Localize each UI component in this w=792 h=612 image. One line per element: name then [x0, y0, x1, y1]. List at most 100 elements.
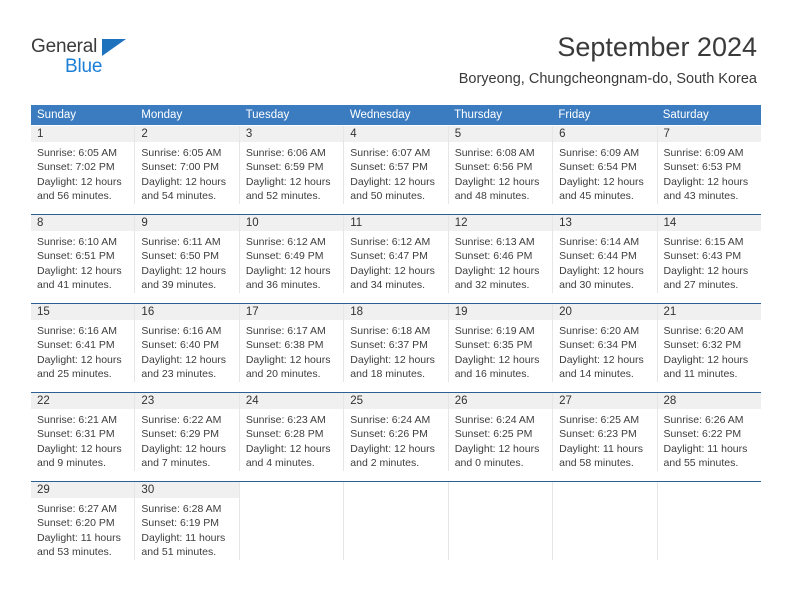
- weekday-header-sunday: Sunday: [37, 109, 77, 121]
- day-number-band: 9: [135, 215, 239, 232]
- day-cell[interactable]: 19 Sunrise: 6:19 AM Sunset: 6:35 PM Dayl…: [448, 304, 554, 382]
- day-cell[interactable]: 23 Sunrise: 6:22 AM Sunset: 6:29 PM Dayl…: [135, 393, 240, 471]
- sunrise-text: Sunrise: 6:22 AM: [141, 414, 222, 426]
- day-number: 8: [37, 217, 44, 229]
- day-details: Sunrise: 6:25 AM Sunset: 6:23 PM Dayligh…: [553, 410, 656, 471]
- title-block: September 2024 Boryeong, Chungcheongnam-…: [459, 30, 757, 90]
- day-cell[interactable]: 30 Sunrise: 6:28 AM Sunset: 6:19 PM Dayl…: [135, 482, 240, 560]
- day-cell[interactable]: 21 Sunrise: 6:20 AM Sunset: 6:32 PM Dayl…: [657, 304, 761, 382]
- sunrise-text: Sunrise: 6:25 AM: [559, 414, 640, 426]
- day-cell[interactable]: 6 Sunrise: 6:09 AM Sunset: 6:54 PM Dayli…: [553, 126, 658, 204]
- daylight-text-line2: and 7 minutes.: [141, 457, 211, 470]
- day-cell[interactable]: 13 Sunrise: 6:14 AM Sunset: 6:44 PM Dayl…: [553, 215, 658, 293]
- sunrise-text: Sunrise: 6:23 AM: [245, 414, 326, 426]
- daylight-text-line1: Daylight: 12 hours: [245, 442, 331, 455]
- day-cell[interactable]: 9 Sunrise: 6:11 AM Sunset: 6:50 PM Dayli…: [135, 215, 240, 293]
- sunset-text: Sunset: 6:56 PM: [454, 161, 533, 174]
- day-number-band: 19: [448, 304, 553, 321]
- day-number: 26: [454, 395, 468, 407]
- day-cell[interactable]: 25 Sunrise: 6:24 AM Sunset: 6:26 PM Dayl…: [344, 393, 449, 471]
- sunset-text: Sunset: 6:51 PM: [37, 250, 115, 263]
- day-cell[interactable]: 8 Sunrise: 6:10 AM Sunset: 6:51 PM Dayli…: [31, 215, 136, 293]
- day-number: 9: [141, 217, 148, 229]
- calendar-grid: Sunday Monday Tuesday Wednesday Thursday…: [31, 105, 761, 560]
- week-row: 22 Sunrise: 6:21 AM Sunset: 6:31 PM Dayl…: [31, 392, 761, 471]
- sunset-text: Sunset: 6:20 PM: [37, 517, 115, 530]
- sunset-text: Sunset: 6:54 PM: [559, 161, 637, 174]
- daylight-text-line2: and 58 minutes.: [559, 457, 634, 470]
- daylight-text-line1: Daylight: 12 hours: [37, 175, 122, 188]
- sunset-text: Sunset: 6:57 PM: [350, 161, 428, 174]
- day-cell[interactable]: 15 Sunrise: 6:16 AM Sunset: 6:41 PM Dayl…: [31, 304, 136, 382]
- daylight-text-line1: Daylight: 12 hours: [245, 175, 331, 188]
- daylight-text-line2: and 9 minutes.: [37, 457, 106, 470]
- day-cell[interactable]: 14 Sunrise: 6:15 AM Sunset: 6:43 PM Dayl…: [657, 215, 761, 293]
- day-details: Sunrise: 6:22 AM Sunset: 6:29 PM Dayligh…: [135, 410, 238, 471]
- general-blue-logo[interactable]: General Blue: [31, 36, 161, 82]
- daylight-text-line2: and 50 minutes.: [350, 190, 425, 203]
- day-number-band: 28: [657, 393, 761, 410]
- daylight-text-line1: Daylight: 11 hours: [559, 442, 643, 455]
- day-number-band: 16: [135, 304, 239, 321]
- day-cell[interactable]: 11 Sunrise: 6:12 AM Sunset: 6:47 PM Dayl…: [344, 215, 449, 293]
- day-number: 24: [245, 395, 259, 407]
- day-cell[interactable]: 29 Sunrise: 6:27 AM Sunset: 6:20 PM Dayl…: [31, 482, 136, 560]
- day-number-band: 8: [31, 215, 135, 232]
- logo-triangle-icon: [102, 39, 126, 56]
- sunset-text: Sunset: 6:49 PM: [245, 250, 324, 263]
- day-number: 10: [245, 217, 259, 229]
- day-details: Sunrise: 6:24 AM Sunset: 6:26 PM Dayligh…: [344, 410, 447, 471]
- day-number-band: 1: [31, 126, 135, 143]
- sunset-text: Sunset: 6:46 PM: [454, 250, 533, 263]
- daylight-text-line2: and 25 minutes.: [37, 368, 112, 381]
- day-cell[interactable]: 28 Sunrise: 6:26 AM Sunset: 6:22 PM Dayl…: [657, 393, 761, 471]
- sunset-text: Sunset: 6:44 PM: [559, 250, 637, 263]
- sunrise-text: Sunrise: 6:26 AM: [663, 414, 744, 426]
- daylight-text-line1: Daylight: 12 hours: [454, 175, 540, 188]
- day-cell-empty: [553, 482, 658, 560]
- day-cell[interactable]: 17 Sunrise: 6:17 AM Sunset: 6:38 PM Dayl…: [239, 304, 345, 382]
- day-cell[interactable]: 18 Sunrise: 6:18 AM Sunset: 6:37 PM Dayl…: [344, 304, 449, 382]
- day-cell[interactable]: 22 Sunrise: 6:21 AM Sunset: 6:31 PM Dayl…: [31, 393, 136, 471]
- day-cell[interactable]: 12 Sunrise: 6:13 AM Sunset: 6:46 PM Dayl…: [448, 215, 554, 293]
- sunset-text: Sunset: 6:35 PM: [454, 339, 533, 352]
- day-number: 27: [559, 395, 572, 407]
- day-number-band: 27: [553, 393, 657, 410]
- day-cell[interactable]: 27 Sunrise: 6:25 AM Sunset: 6:23 PM Dayl…: [553, 393, 658, 471]
- day-cell[interactable]: 10 Sunrise: 6:12 AM Sunset: 6:49 PM Dayl…: [239, 215, 345, 293]
- day-details: Sunrise: 6:18 AM Sunset: 6:37 PM Dayligh…: [344, 321, 447, 382]
- day-cell[interactable]: 16 Sunrise: 6:16 AM Sunset: 6:40 PM Dayl…: [135, 304, 240, 382]
- sunrise-text: Sunrise: 6:09 AM: [559, 147, 640, 159]
- day-number: 21: [663, 306, 677, 318]
- day-cell[interactable]: 24 Sunrise: 6:23 AM Sunset: 6:28 PM Dayl…: [239, 393, 345, 471]
- day-details: Sunrise: 6:20 AM Sunset: 6:32 PM Dayligh…: [658, 321, 761, 382]
- sunset-text: Sunset: 6:23 PM: [559, 428, 637, 441]
- day-cell[interactable]: 20 Sunrise: 6:20 AM Sunset: 6:34 PM Dayl…: [553, 304, 658, 382]
- logo-text-blue: Blue: [65, 56, 103, 77]
- daylight-text-line2: and 52 minutes.: [245, 190, 321, 203]
- day-cell[interactable]: 26 Sunrise: 6:24 AM Sunset: 6:25 PM Dayl…: [448, 393, 554, 471]
- sunset-text: Sunset: 6:41 PM: [37, 339, 115, 352]
- day-details: Sunrise: 6:27 AM Sunset: 6:20 PM Dayligh…: [31, 499, 134, 560]
- day-cell[interactable]: 3 Sunrise: 6:06 AM Sunset: 6:59 PM Dayli…: [239, 126, 345, 204]
- page-header: General Blue September 2024 Boryeong, Ch…: [0, 0, 792, 98]
- daylight-text-line1: Daylight: 12 hours: [245, 264, 331, 277]
- calendar-page: General Blue September 2024 Boryeong, Ch…: [0, 0, 792, 612]
- daylight-text-line2: and 18 minutes.: [350, 368, 425, 381]
- day-cell[interactable]: 1 Sunrise: 6:05 AM Sunset: 7:02 PM Dayli…: [31, 126, 136, 204]
- day-number: 30: [141, 484, 155, 496]
- daylight-text-line1: Daylight: 12 hours: [350, 175, 435, 188]
- day-details: Sunrise: 6:06 AM Sunset: 6:59 PM Dayligh…: [240, 143, 343, 204]
- day-cell[interactable]: 2 Sunrise: 6:05 AM Sunset: 7:00 PM Dayli…: [135, 126, 240, 204]
- day-cell[interactable]: 4 Sunrise: 6:07 AM Sunset: 6:57 PM Dayli…: [344, 126, 449, 204]
- day-number-band: 22: [31, 393, 135, 410]
- daylight-text-line2: and 2 minutes.: [350, 457, 420, 470]
- daylight-text-line1: Daylight: 12 hours: [141, 442, 227, 455]
- day-number: 13: [559, 217, 572, 229]
- day-number-band: 18: [344, 304, 448, 321]
- day-cell[interactable]: 5 Sunrise: 6:08 AM Sunset: 6:56 PM Dayli…: [448, 126, 554, 204]
- day-number: 29: [37, 484, 50, 496]
- daylight-text-line1: Daylight: 12 hours: [559, 264, 644, 277]
- day-details: Sunrise: 6:28 AM Sunset: 6:19 PM Dayligh…: [135, 499, 238, 560]
- day-cell[interactable]: 7 Sunrise: 6:09 AM Sunset: 6:53 PM Dayli…: [657, 126, 761, 204]
